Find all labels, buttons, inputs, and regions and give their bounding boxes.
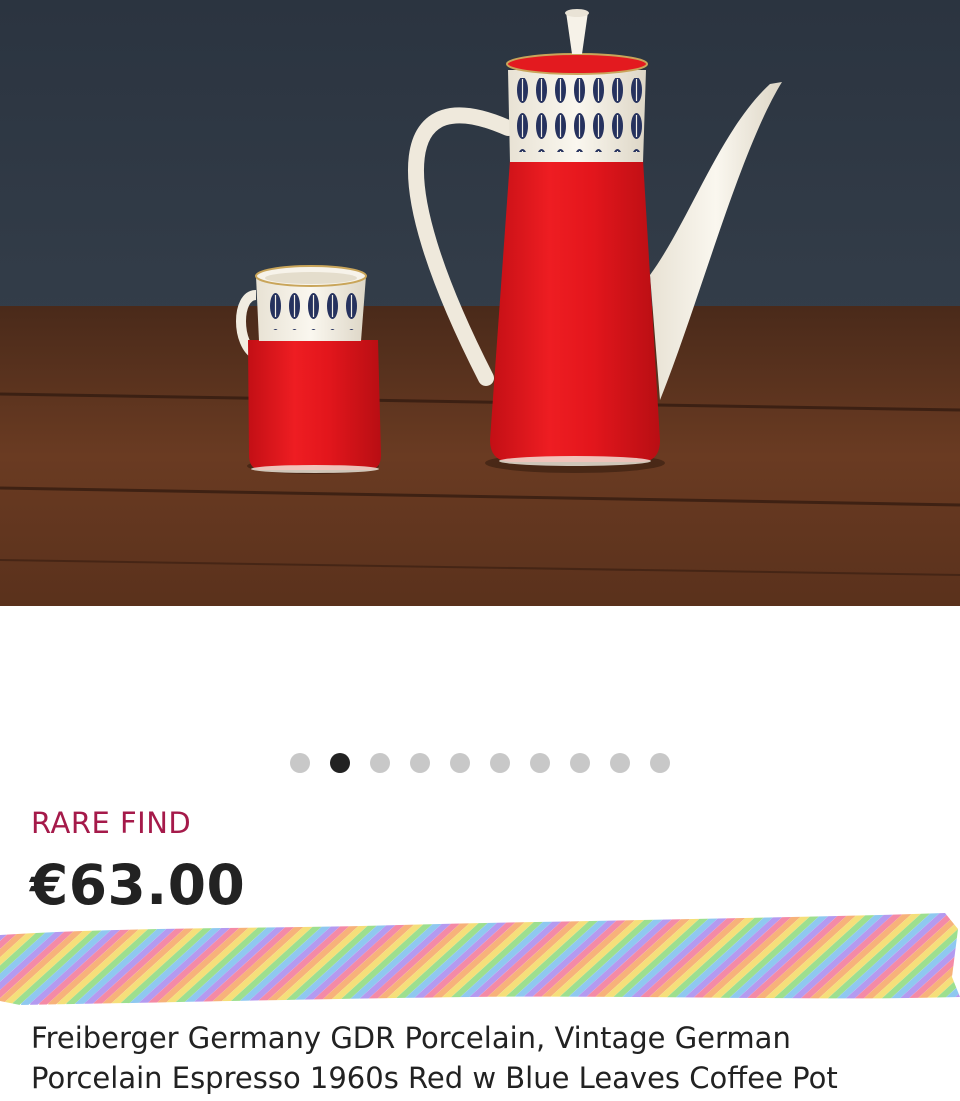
product-image[interactable] bbox=[0, 0, 960, 606]
listing-title-line-1: Freiberger Germany GDR Porcelain, Vintag… bbox=[31, 1021, 791, 1055]
carousel-dot-4[interactable] bbox=[410, 753, 430, 773]
carousel-dot-8[interactable] bbox=[570, 753, 590, 773]
carousel-dot-2[interactable] bbox=[330, 753, 350, 773]
carousel-dot-9[interactable] bbox=[610, 753, 630, 773]
listing-title-line-2: Porcelain Espresso 1960s Red w Blue Leav… bbox=[31, 1061, 838, 1095]
listing-title[interactable]: Freiberger Germany GDR Porcelain, Vintag… bbox=[31, 1018, 941, 1098]
carousel-dot-7[interactable] bbox=[530, 753, 550, 773]
rainbow-scribble-overlay bbox=[0, 913, 960, 1005]
product-photo-illustration bbox=[0, 0, 960, 606]
carousel-dot-6[interactable] bbox=[490, 753, 510, 773]
rare-find-badge: RARE FIND bbox=[31, 806, 192, 840]
carousel-pagination bbox=[0, 753, 960, 773]
carousel-dot-1[interactable] bbox=[290, 753, 310, 773]
carousel-dot-5[interactable] bbox=[450, 753, 470, 773]
carousel-dot-3[interactable] bbox=[370, 753, 390, 773]
carousel-dot-10[interactable] bbox=[650, 753, 670, 773]
